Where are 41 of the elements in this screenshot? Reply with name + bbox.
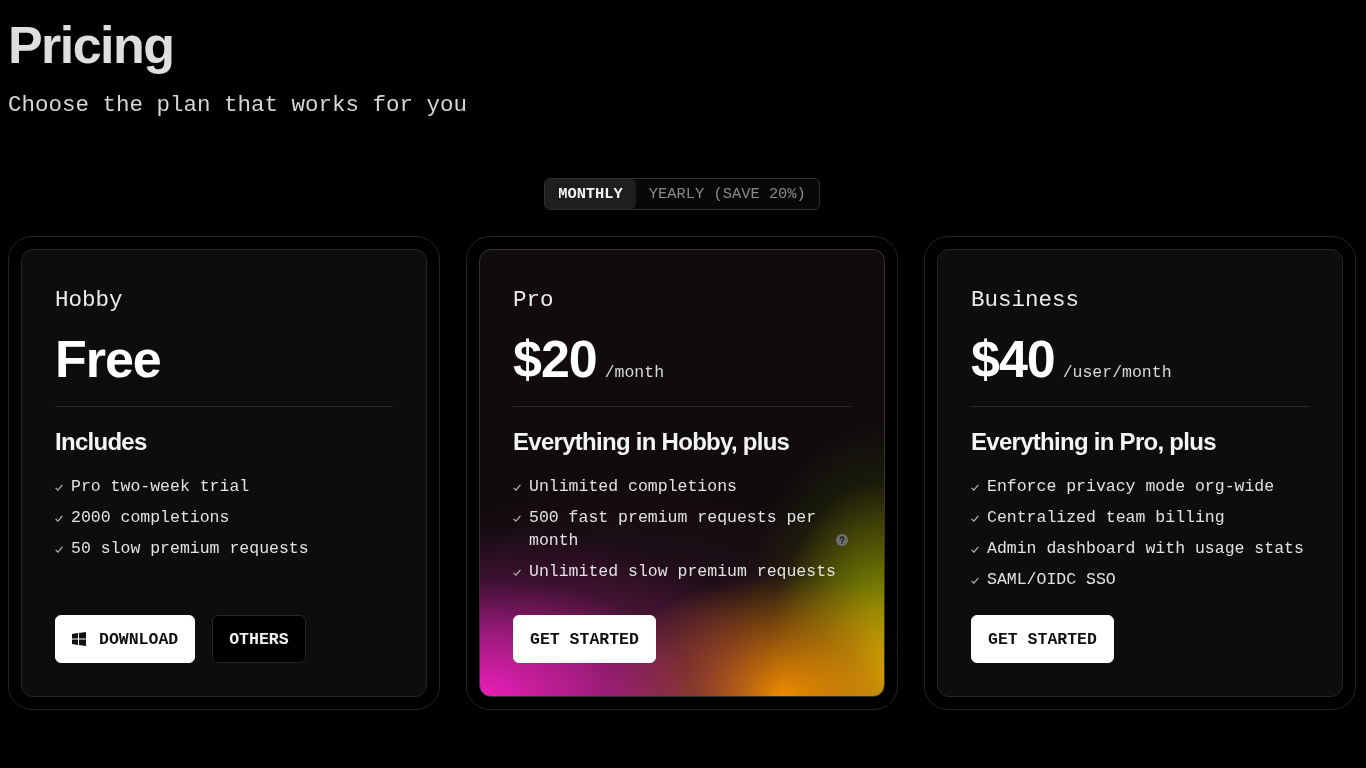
billing-period: /user/month <box>1062 363 1172 382</box>
plan-price: $20 <box>513 331 597 387</box>
features-heading: Everything in Pro, plus <box>971 427 1217 457</box>
primary-button[interactable]: GET STARTED <box>513 615 656 663</box>
plan-name: Business <box>971 287 1081 313</box>
feature-text: 2000 completions <box>71 508 230 527</box>
help-icon[interactable] <box>836 534 848 546</box>
windows-icon <box>72 632 86 646</box>
billing-period-tab[interactable]: YEARLY (SAVE 20%) <box>635 179 819 209</box>
plan-price: $40 <box>971 331 1055 387</box>
plan-name: Pro <box>513 287 555 313</box>
check-icon <box>513 515 521 522</box>
primary-button[interactable]: GET STARTED <box>971 615 1114 663</box>
feature-text: Enforce privacy mode org-wide <box>987 477 1275 496</box>
check-icon <box>971 484 979 491</box>
check-icon <box>55 515 63 522</box>
check-icon <box>55 484 63 491</box>
check-icon <box>55 546 63 553</box>
check-icon <box>971 577 979 584</box>
feature-text: Pro two-week trial <box>71 477 250 496</box>
check-icon <box>513 484 521 491</box>
billing-period-tab[interactable]: MONTHLY <box>545 179 636 209</box>
feature-text: SAML/OIDC SSO <box>987 570 1116 589</box>
page-subtitle: Choose the plan that works for you <box>8 91 469 119</box>
feature-text: 50 slow premium requests <box>71 539 309 558</box>
feature-text: Centralized team billing <box>987 508 1225 527</box>
feature-text: Unlimited slow premium requests <box>529 562 836 581</box>
features-heading: Includes <box>55 427 148 457</box>
outline-button[interactable]: OTHERS <box>212 615 306 663</box>
billing-period: /month <box>604 363 665 382</box>
feature-text: 500 fast premium requests per month <box>529 507 818 552</box>
feature-text: Unlimited completions <box>529 477 737 496</box>
plan-name: Hobby <box>55 287 124 313</box>
check-icon <box>513 569 521 576</box>
plan-price: Free <box>55 331 161 387</box>
features-heading: Everything in Hobby, plus <box>513 427 791 457</box>
check-icon <box>971 546 979 553</box>
download-button[interactable]: DOWNLOAD <box>55 615 196 663</box>
feature-text: Admin dashboard with usage stats <box>987 539 1304 558</box>
check-icon <box>971 515 979 522</box>
page-title: Pricing <box>8 15 175 75</box>
